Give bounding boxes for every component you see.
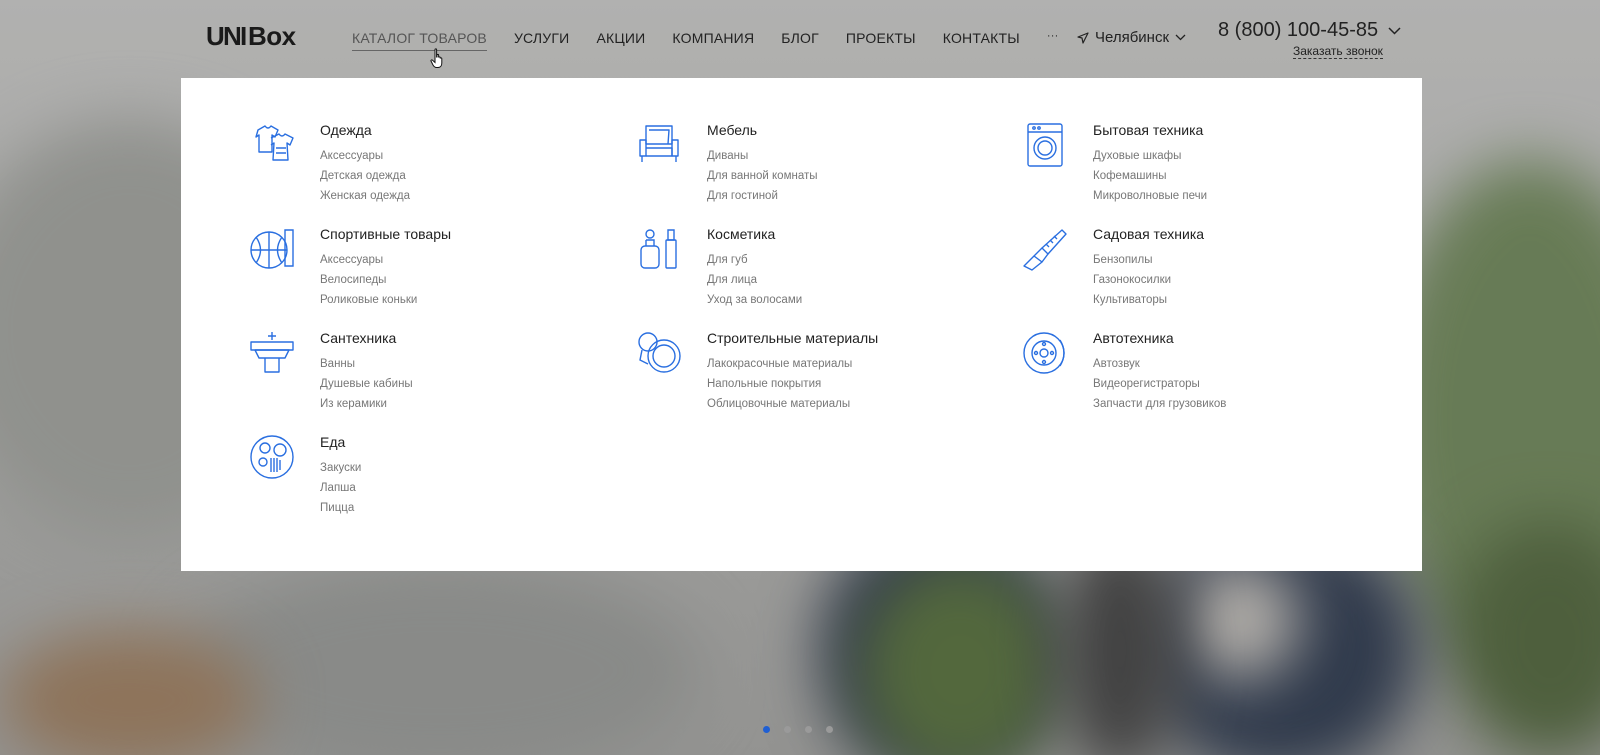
subcategory-link[interactable]: Лакокрасочные материалы — [707, 354, 878, 374]
slider-dot[interactable] — [805, 726, 812, 733]
subcategory-link[interactable]: Запчасти для грузовиков — [1093, 394, 1226, 414]
city-selector[interactable]: Челябинск — [1077, 29, 1186, 46]
subcategory-link[interactable]: Ванны — [320, 354, 413, 374]
slider-dot[interactable] — [763, 726, 770, 733]
nav-more[interactable]: ··· — [1047, 30, 1059, 51]
subcategory-link[interactable]: Напольные покрытия — [707, 374, 878, 394]
phone-text: 8 (800) 100-45-85 — [1218, 19, 1379, 41]
washing-machine-icon — [1027, 123, 1063, 167]
subcategory-link[interactable]: Аксессуары — [320, 250, 451, 270]
callback-link[interactable]: Заказать звонок — [1293, 44, 1383, 59]
main-nav: КАТАЛОГ ТОВАРОВ УСЛУГИ АКЦИИ КОМПАНИЯ БЛ… — [352, 30, 1085, 51]
subcategory-link[interactable]: Лапша — [320, 478, 361, 498]
subcategory-link[interactable]: Для губ — [707, 250, 802, 270]
svg-text:N: N — [223, 21, 241, 51]
category-title[interactable]: Косметика — [707, 226, 802, 242]
subcategory-link[interactable]: Уход за волосами — [707, 290, 802, 310]
slider-dot[interactable] — [826, 726, 833, 733]
svg-text:Box: Box — [248, 21, 297, 51]
category-title[interactable]: Бытовая техника — [1093, 122, 1207, 138]
subcategory-link[interactable]: Аксессуары — [320, 146, 410, 166]
subcategory-link[interactable]: Кофемашины — [1093, 166, 1207, 186]
chevron-down-icon — [1175, 34, 1186, 41]
location-arrow-icon — [1077, 31, 1089, 44]
category-title[interactable]: Сантехника — [320, 330, 413, 346]
category-title[interactable]: Еда — [320, 434, 361, 450]
svg-text:I: I — [240, 21, 247, 51]
nav-catalog[interactable]: КАТАЛОГ ТОВАРОВ — [352, 30, 487, 51]
hand-cursor-icon — [430, 48, 443, 68]
subcategory-link[interactable]: Для ванной комнаты — [707, 166, 818, 186]
subcategory-link[interactable]: Душевые кабины — [320, 374, 413, 394]
basketball-icon — [250, 229, 294, 269]
subcategory-link[interactable]: Микроволновые печи — [1093, 186, 1207, 206]
slider-pagination — [763, 726, 833, 733]
brake-disc-icon — [1023, 332, 1065, 374]
subcategory-link[interactable]: Газонокосилки — [1093, 270, 1204, 290]
subcategory-link[interactable]: Роликовые коньки — [320, 290, 451, 310]
nav-contacts[interactable]: КОНТАКТЫ — [943, 30, 1020, 51]
subcategory-link[interactable]: Духовые шкафы — [1093, 146, 1207, 166]
subcategory-link[interactable]: Диваны — [707, 146, 818, 166]
nav-blog[interactable]: БЛОГ — [781, 30, 819, 51]
site-logo[interactable]: U N I Box — [206, 21, 298, 51]
svg-text:U: U — [206, 21, 224, 51]
category-title[interactable]: Садовая техника — [1093, 226, 1204, 242]
sink-icon — [250, 332, 294, 373]
subcategory-link[interactable]: Автозвук — [1093, 354, 1226, 374]
nav-promotions[interactable]: АКЦИИ — [596, 30, 645, 51]
subcategory-link[interactable]: Женская одежда — [320, 186, 410, 206]
subcategory-link[interactable]: Велосипеды — [320, 270, 451, 290]
chevron-down-icon — [1388, 26, 1401, 35]
category-title[interactable]: Мебель — [707, 122, 818, 138]
clothes-icon — [255, 125, 294, 161]
category-title[interactable]: Автотехника — [1093, 330, 1226, 346]
logo-icon: U N I Box — [206, 21, 297, 51]
armchair-icon — [639, 125, 679, 162]
chainsaw-icon — [1023, 229, 1067, 271]
tape-measure-icon — [638, 332, 681, 373]
phone-number[interactable]: 8 (800) 100-45-85 — [1218, 19, 1401, 42]
food-plate-icon — [250, 435, 294, 479]
catalog-dropdown: Одежда Аксессуары Детская одежда Женская… — [181, 78, 1422, 571]
category-title[interactable]: Спортивные товары — [320, 226, 451, 242]
nav-projects[interactable]: ПРОЕКТЫ — [846, 30, 916, 51]
subcategory-link[interactable]: Детская одежда — [320, 166, 410, 186]
nav-services[interactable]: УСЛУГИ — [514, 30, 569, 51]
subcategory-link[interactable]: Пицца — [320, 498, 361, 518]
subcategory-link[interactable]: Для гостиной — [707, 186, 818, 206]
category-title[interactable]: Одежда — [320, 122, 410, 138]
site-header: U N I Box КАТАЛОГ ТОВАРОВ УСЛУГИ АКЦИИ К… — [0, 0, 1600, 78]
slider-dot[interactable] — [784, 726, 791, 733]
subcategory-link[interactable]: Из керамики — [320, 394, 413, 414]
subcategory-link[interactable]: Культиваторы — [1093, 290, 1204, 310]
cosmetics-icon — [640, 229, 677, 269]
subcategory-link[interactable]: Закуски — [320, 458, 361, 478]
subcategory-link[interactable]: Бензопилы — [1093, 250, 1204, 270]
subcategory-link[interactable]: Видеорегистраторы — [1093, 374, 1226, 394]
subcategory-link[interactable]: Облицовочные материалы — [707, 394, 878, 414]
subcategory-link[interactable]: Для лица — [707, 270, 802, 290]
city-name: Челябинск — [1095, 29, 1170, 46]
category-title[interactable]: Строительные материалы — [707, 330, 878, 346]
nav-company[interactable]: КОМПАНИЯ — [672, 30, 754, 51]
